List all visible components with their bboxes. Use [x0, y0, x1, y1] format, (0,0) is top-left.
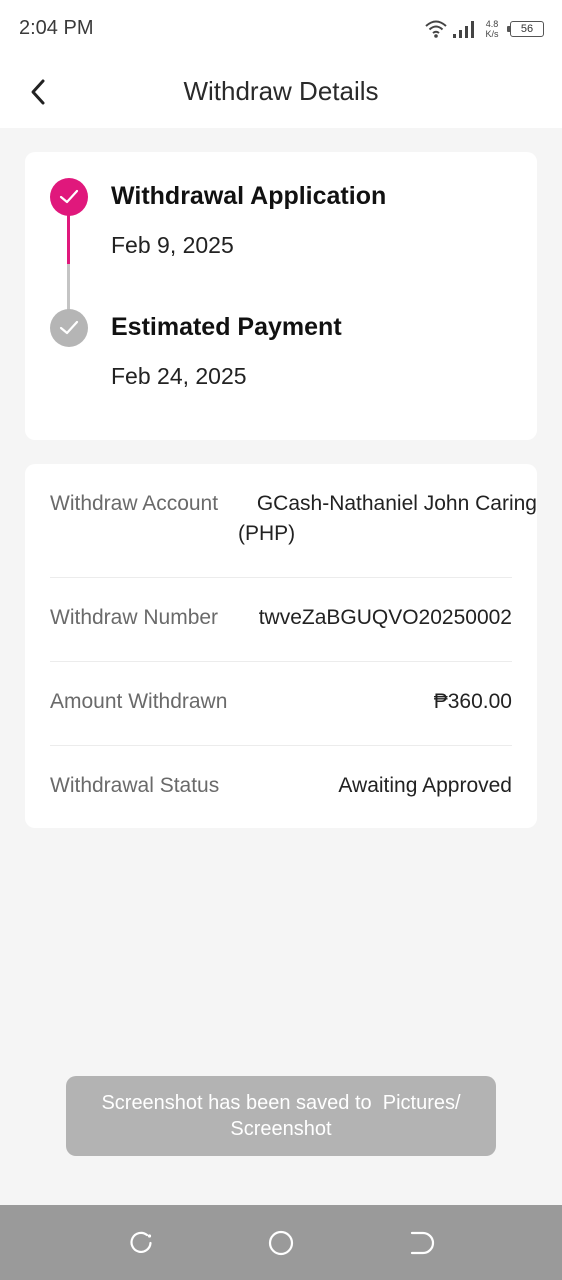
system-nav-bar: [0, 1205, 562, 1280]
divider: [50, 745, 512, 746]
network-speed-unit: K/s: [485, 29, 499, 39]
status-time: 2:04 PM: [19, 17, 94, 39]
check-icon: [59, 320, 79, 335]
check-icon: [59, 189, 79, 204]
battery-icon: 56: [507, 21, 544, 37]
detail-label: Amount Withdrawn: [50, 690, 228, 713]
header: Withdraw Details: [0, 58, 562, 128]
signal-icon: [453, 21, 474, 38]
status-bar: 2:04 PM 4.8 K/s 56: [0, 0, 562, 58]
detail-value: Awaiting Approved: [338, 774, 512, 797]
back-icon[interactable]: [407, 1229, 435, 1257]
withdraw-details-screen: 2:04 PM 4.8 K/s 56 Withdraw Details With…: [0, 0, 562, 1280]
step-pending-indicator: [50, 309, 88, 347]
page-title: Withdraw Details: [183, 76, 379, 106]
detail-value: twveZaBGUQVO20250002: [258, 606, 512, 629]
timeline-line-active: [67, 212, 70, 264]
divider: [50, 577, 512, 578]
recent-apps-icon[interactable]: [127, 1229, 155, 1257]
detail-label: Withdrawal Status: [50, 774, 220, 797]
detail-label: Withdraw Number: [50, 606, 219, 629]
timeline-line-pending: [67, 264, 70, 312]
wifi-icon: [425, 20, 447, 38]
detail-row-amount: Amount Withdrawn ₱360.00: [50, 690, 512, 720]
detail-value-line2: (PHP): [238, 522, 296, 545]
detail-row-account: Withdraw Account GCash-Nathaniel John Ca…: [50, 492, 537, 552]
battery-level: 56: [520, 23, 534, 35]
toast-line1: Screenshot has been saved to Pictures/: [101, 1092, 461, 1114]
status-icons: 4.8 K/s 56: [424, 14, 544, 44]
step-done-indicator: [50, 178, 88, 216]
divider: [50, 661, 512, 662]
detail-value: ₱360.00: [433, 690, 512, 713]
detail-label: Withdraw Account: [50, 492, 219, 515]
step-date: Feb 9, 2025: [111, 232, 234, 258]
withdraw-details-card: Withdraw Account GCash-Nathaniel John Ca…: [25, 464, 537, 828]
toast-line2: Screenshot: [230, 1118, 332, 1140]
network-speed: 4.8 K/s: [482, 19, 502, 39]
detail-row-number: Withdraw Number twveZaBGUQVO20250002: [50, 606, 512, 636]
step-date: Feb 24, 2025: [111, 363, 247, 389]
home-icon[interactable]: [267, 1229, 295, 1257]
network-speed-value: 4.8: [485, 19, 499, 29]
detail-row-status: Withdrawal Status Awaiting Approved: [50, 774, 512, 804]
screenshot-toast: Screenshot has been saved to Pictures/ S…: [66, 1076, 496, 1156]
step-title: Withdrawal Application: [111, 182, 387, 210]
detail-value-line1: GCash-Nathaniel John Caring: [256, 492, 537, 515]
step-title: Estimated Payment: [111, 313, 342, 341]
timeline-card: Withdrawal Application Feb 9, 2025 Estim…: [25, 152, 537, 440]
